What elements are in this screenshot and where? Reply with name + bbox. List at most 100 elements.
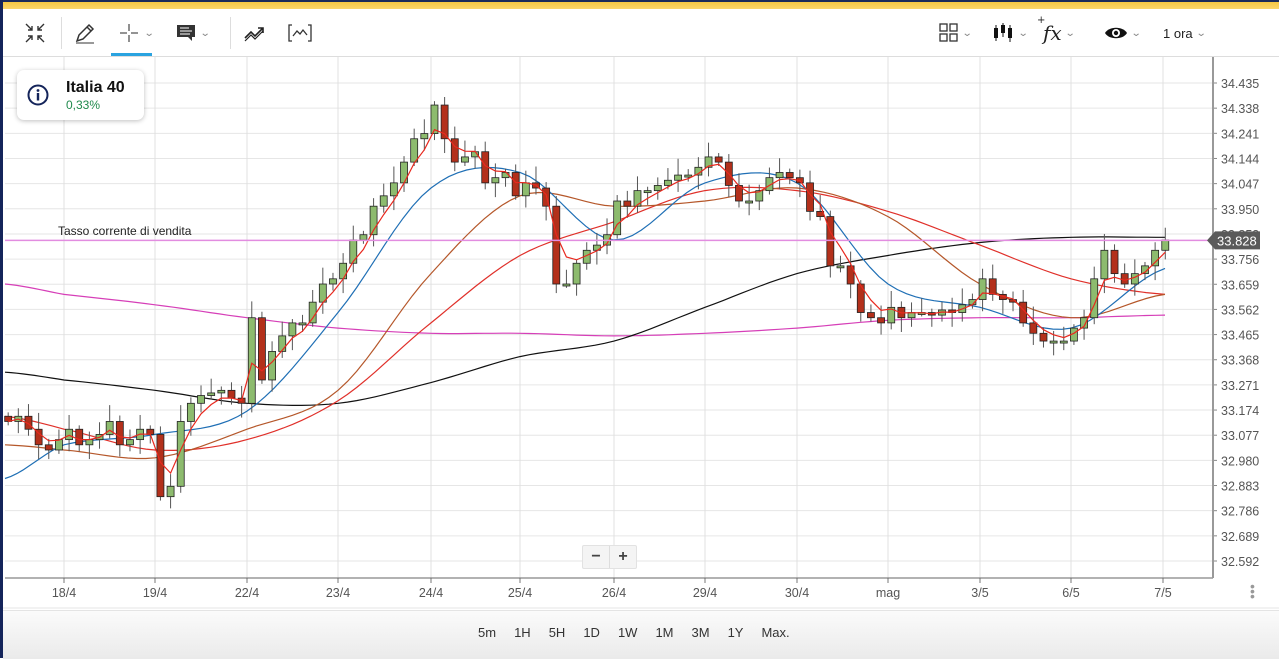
range-button-5m[interactable]: 5m: [469, 625, 505, 640]
candle-body: [298, 322, 307, 326]
candle: [217, 386, 226, 405]
price-chart[interactable]: 34.435 34.338 34.241 34.144 34.047 33.950 33.8…: [0, 0, 1279, 610]
candle-body: [1059, 340, 1068, 344]
candle: [846, 251, 855, 299]
x-tick-label: 18/4: [52, 586, 76, 600]
candle: [1029, 306, 1038, 345]
y-tick-label: 33.756: [1221, 253, 1259, 267]
candle: [1090, 266, 1099, 325]
candle: [785, 168, 794, 185]
x-tick-label: mag: [876, 586, 900, 600]
instrument-info-card[interactable]: Italia 40 0,33%: [17, 70, 144, 120]
candle-body: [521, 182, 530, 197]
candle: [247, 301, 256, 413]
candle: [532, 166, 540, 195]
candle-body: [1029, 322, 1038, 334]
candle-body: [359, 234, 368, 241]
candle-body: [745, 200, 754, 204]
candle: [24, 404, 33, 436]
y-tick-label: 32.786: [1221, 505, 1259, 519]
candle: [1019, 289, 1028, 327]
candle: [745, 184, 754, 216]
candle-body: [55, 439, 63, 451]
candle: [816, 195, 825, 221]
y-tick-label: 33.950: [1221, 203, 1259, 217]
y-tick-label: 33.659: [1221, 278, 1259, 292]
range-button-1d[interactable]: 1D: [574, 625, 609, 640]
range-bar: 5m 1H 5H 1D 1W 1M 3M 1Y Max.: [3, 610, 1279, 659]
y-tick-label: 34.144: [1221, 152, 1259, 166]
candle: [126, 429, 134, 452]
candle-body: [653, 185, 662, 192]
candle-body: [420, 133, 429, 140]
zoom-control: − +: [582, 545, 637, 569]
candle-body: [1039, 332, 1048, 342]
candle-body: [339, 262, 348, 280]
range-button-5h[interactable]: 5H: [540, 625, 575, 640]
candle: [826, 210, 835, 278]
range-button-1w[interactable]: 1W: [609, 625, 647, 640]
x-tick-label: 30/4: [785, 586, 809, 600]
candle: [298, 314, 307, 332]
candle-body: [461, 156, 469, 163]
candle: [471, 145, 479, 169]
candle-body: [552, 205, 561, 285]
candle-body: [288, 322, 297, 337]
candle: [998, 290, 1007, 314]
current-price-label: Tasso corrente di vendita: [58, 224, 192, 238]
zoom-out-button[interactable]: −: [583, 546, 610, 568]
candle-body: [176, 421, 185, 487]
more-options-icon[interactable]: • • •: [1250, 579, 1256, 603]
candle-body: [623, 200, 632, 207]
candle: [674, 158, 682, 192]
candle: [4, 412, 13, 426]
candle-body: [166, 485, 175, 498]
candle-body: [247, 317, 256, 404]
candle: [867, 304, 875, 322]
range-button-1m[interactable]: 1M: [646, 625, 682, 640]
x-tick-label: 22/4: [235, 586, 259, 600]
candle: [562, 269, 571, 288]
y-tick-label: 32.980: [1221, 454, 1259, 468]
candle: [440, 97, 449, 154]
y-tick-label: 33.174: [1221, 404, 1259, 418]
range-button-1h[interactable]: 1H: [505, 625, 540, 640]
candle: [724, 154, 733, 198]
x-tick-label: 29/4: [693, 586, 717, 600]
y-tick-label: 33.465: [1221, 329, 1259, 343]
y-tick-label: 32.689: [1221, 530, 1259, 544]
y-tick-label: 33.271: [1221, 379, 1259, 393]
candle-body: [85, 439, 94, 446]
candle-body: [44, 444, 53, 451]
candle-body: [349, 239, 358, 264]
candle: [461, 140, 469, 166]
zoom-in-button[interactable]: +: [610, 546, 636, 568]
y-tick-label: 33.077: [1221, 429, 1259, 443]
range-button-1y[interactable]: 1Y: [719, 625, 753, 640]
range-button-3m[interactable]: 3M: [683, 625, 719, 640]
x-tick-label: 6/5: [1062, 586, 1079, 600]
candle-body: [75, 428, 84, 446]
y-tick-label: 34.047: [1221, 178, 1259, 192]
candle-body: [115, 421, 124, 446]
current-price-value: 33.828: [1217, 233, 1257, 248]
candle-body: [65, 428, 73, 441]
candle: [166, 474, 175, 509]
candle: [34, 412, 43, 460]
candle: [765, 167, 774, 195]
candle: [1059, 326, 1068, 351]
candle: [65, 414, 73, 452]
candle-body: [1110, 249, 1119, 275]
candle: [572, 259, 581, 296]
x-tick-label: 3/5: [971, 586, 988, 600]
candle: [207, 378, 216, 400]
candle-body: [1049, 340, 1058, 344]
instrument-name: Italia 40: [66, 79, 125, 96]
candle-body: [714, 156, 723, 163]
range-button-max[interactable]: Max.: [752, 625, 798, 640]
candle: [755, 184, 764, 211]
candle-body: [207, 392, 216, 396]
candle-body: [308, 301, 317, 324]
candle: [1120, 263, 1129, 288]
candle: [653, 177, 662, 200]
